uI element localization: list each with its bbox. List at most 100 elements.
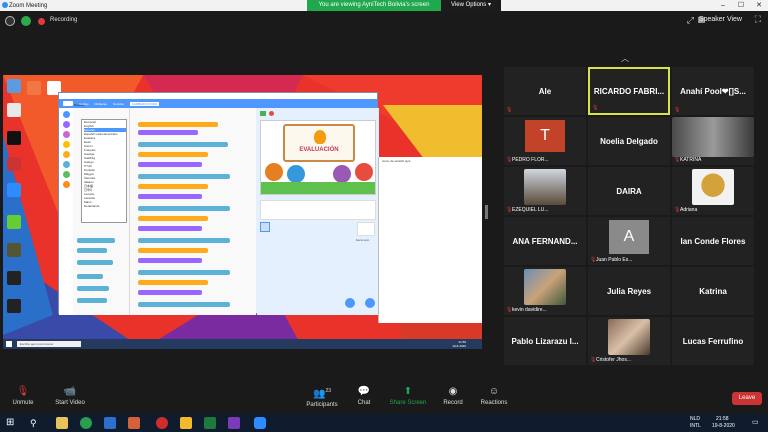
- close-icon[interactable]: ✕: [750, 0, 768, 11]
- participants-button[interactable]: 👥23 Participants: [302, 386, 342, 408]
- stop-icon[interactable]: [269, 111, 274, 116]
- search-input[interactable]: Escribe aquí para buscar: [17, 341, 81, 347]
- split-resize-handle[interactable]: [485, 205, 488, 219]
- script-block[interactable]: [138, 122, 218, 127]
- category-looks-icon[interactable]: [62, 121, 70, 128]
- participant-tile[interactable]: Ale 🎙: [504, 67, 586, 115]
- add-sprite-icon[interactable]: [345, 298, 355, 308]
- category-motion-icon[interactable]: [62, 111, 70, 118]
- share-screen-button[interactable]: ⬆ Share Screen: [388, 386, 428, 406]
- participant-tile[interactable]: Ian Conde Flores: [672, 217, 754, 265]
- desktop-icon[interactable]: [7, 271, 21, 285]
- script-block[interactable]: [138, 238, 230, 243]
- participant-tile[interactable]: kevin davidire... 🎙: [504, 267, 586, 315]
- block[interactable]: [77, 238, 115, 243]
- opera-icon[interactable]: [156, 417, 168, 429]
- language-menu[interactable]: Ελληνικά English Español Español Latinoa…: [81, 119, 127, 223]
- script-block[interactable]: [138, 302, 230, 307]
- taskbar-time[interactable]: 21:58: [716, 416, 729, 422]
- leave-button[interactable]: Leave: [732, 392, 762, 405]
- desktop-icon[interactable]: [7, 299, 21, 313]
- participant-tile[interactable]: Julia Reyes: [588, 267, 670, 315]
- expand-icon[interactable]: ⤢: [687, 15, 694, 26]
- block[interactable]: [77, 260, 113, 265]
- minimize-icon[interactable]: –: [714, 0, 732, 11]
- gallery-up-icon[interactable]: ︿: [621, 53, 629, 64]
- desktop-icon[interactable]: [7, 79, 21, 93]
- info-icon[interactable]: [5, 16, 15, 26]
- taskbar-app-icon[interactable]: [104, 417, 116, 429]
- code-area[interactable]: [129, 108, 256, 315]
- participant-tile[interactable]: Anahí Pool❤[]S... 🎙: [672, 67, 754, 115]
- sprite-name-field[interactable]: CAMBIAR FONDO: [129, 101, 160, 106]
- record-button[interactable]: ◉ Record: [440, 386, 466, 406]
- participant-tile-active[interactable]: RICARDO FABRI... 🎙: [588, 67, 670, 115]
- language-option[interactable]: Nederlands: [84, 204, 126, 208]
- zoom-taskbar-icon[interactable]: [254, 417, 266, 429]
- category-control-icon[interactable]: [62, 151, 70, 158]
- participant-tile[interactable]: Cristofer Jhos... 🎙: [588, 317, 670, 365]
- add-backdrop-icon[interactable]: [365, 298, 375, 308]
- participant-tile[interactable]: Katrina: [672, 267, 754, 315]
- block[interactable]: [77, 274, 103, 279]
- block[interactable]: [77, 286, 109, 291]
- script-block[interactable]: [138, 130, 198, 135]
- script-block[interactable]: [138, 248, 208, 253]
- script-block[interactable]: [138, 270, 230, 275]
- participant-tile[interactable]: T PEDRO FLOR... 🎙: [504, 117, 586, 165]
- participant-tile[interactable]: Adriana 🎙: [672, 167, 754, 215]
- script-block[interactable]: [138, 152, 208, 157]
- category-events-icon[interactable]: [62, 141, 70, 148]
- participant-tile[interactable]: Noelia Delgado: [588, 117, 670, 165]
- sprite-thumbnail[interactable]: [260, 222, 270, 232]
- participant-tile[interactable]: ANA FERNAND...: [504, 217, 586, 265]
- stage[interactable]: EVALUACIÓN: [260, 120, 376, 195]
- notifications-icon[interactable]: ▭: [752, 418, 759, 426]
- taskbar-app-icon[interactable]: [180, 417, 192, 429]
- block[interactable]: [77, 248, 107, 253]
- green-flag-icon[interactable]: [260, 111, 266, 116]
- category-sound-icon[interactable]: [62, 131, 70, 138]
- script-block[interactable]: [138, 162, 202, 167]
- reactions-button[interactable]: ☺ Reactions: [478, 386, 510, 406]
- chrome-icon[interactable]: [80, 417, 92, 429]
- script-block[interactable]: [138, 174, 230, 179]
- script-block[interactable]: [138, 290, 202, 295]
- shield-icon[interactable]: [21, 16, 31, 26]
- onenote-icon[interactable]: [228, 417, 240, 429]
- desktop-icon[interactable]: [7, 157, 21, 171]
- desktop-icon[interactable]: [7, 103, 21, 117]
- stage-thumbnail[interactable]: [357, 222, 375, 236]
- tab-sounds[interactable]: Sonidos: [113, 102, 124, 106]
- excel-icon[interactable]: [204, 417, 216, 429]
- script-block[interactable]: [138, 280, 208, 285]
- taskbar-date[interactable]: 19-8-2020: [712, 423, 735, 429]
- windows-start-icon[interactable]: ⊞: [6, 417, 18, 429]
- taskbar-app-icon[interactable]: [128, 417, 140, 429]
- search-icon[interactable]: ⚲: [30, 417, 42, 429]
- participant-tile[interactable]: KATRINA 🎙: [672, 117, 754, 165]
- script-block[interactable]: [138, 216, 208, 221]
- tab-costumes[interactable]: Disfraces: [95, 102, 108, 106]
- start-video-button[interactable]: 📹 Start Video: [52, 386, 88, 406]
- participant-tile[interactable]: EZEQUIEL LU... 🎙: [504, 167, 586, 215]
- category-sensing-icon[interactable]: [62, 161, 70, 168]
- script-block[interactable]: [138, 206, 230, 211]
- fullscreen-icon[interactable]: ⛶: [755, 14, 761, 25]
- category-operators-icon[interactable]: [62, 171, 70, 178]
- desktop-icon[interactable]: [7, 183, 21, 197]
- category-variables-icon[interactable]: [62, 181, 70, 188]
- chat-button[interactable]: 💬 Chat: [352, 386, 376, 406]
- desktop-icon[interactable]: [27, 81, 41, 95]
- script-block[interactable]: [138, 142, 228, 147]
- windows-start-icon[interactable]: [6, 341, 12, 347]
- keyboard-layout[interactable]: INTL: [690, 423, 701, 429]
- script-block[interactable]: [138, 226, 202, 231]
- block[interactable]: [77, 298, 107, 303]
- participant-tile[interactable]: A Juan Pablo Es... 🎙: [588, 217, 670, 265]
- script-block[interactable]: [138, 194, 202, 199]
- participant-tile[interactable]: Lucas Ferrufino: [672, 317, 754, 365]
- participant-tile[interactable]: DAIRA: [588, 167, 670, 215]
- script-block[interactable]: [138, 258, 202, 263]
- desktop-icon[interactable]: [7, 243, 21, 257]
